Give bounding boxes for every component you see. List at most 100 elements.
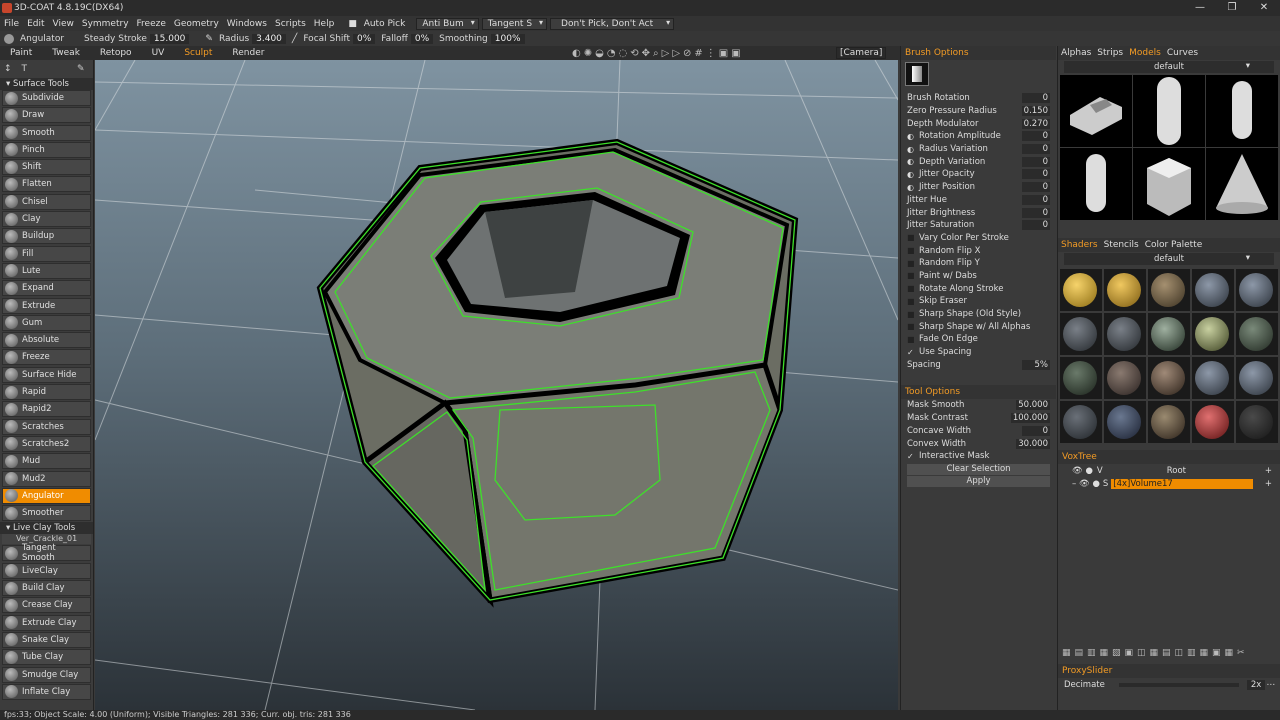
tool-fill[interactable]: Fill [2, 245, 91, 262]
decimate-row[interactable]: Decimate 2x ⋯ [1058, 678, 1280, 691]
tool-param-mask-smooth[interactable]: Mask Smooth 50.000 [901, 399, 1056, 412]
voxtree-volume-row[interactable]: – 👁 ● S [4x]Volume17 + [1058, 477, 1280, 490]
shader-thumb-steel-3[interactable] [1192, 357, 1234, 399]
room-paint[interactable]: Paint [0, 48, 42, 58]
voxtree-header[interactable]: VoxTree [1058, 450, 1280, 464]
brush-param-jitter-brightness[interactable]: Jitter Brightness 0 [901, 206, 1056, 219]
pressure-icon[interactable]: ✎ [205, 34, 213, 44]
tool-scratches[interactable]: Scratches [2, 418, 91, 435]
smoothing-value[interactable]: 100% [490, 33, 525, 44]
visibility-icon[interactable]: 👁 ● [1072, 466, 1093, 476]
param-value[interactable]: 0.270 [1021, 118, 1050, 129]
brush-param-rotation-amplitude[interactable]: ◐ Rotation Amplitude 0 [901, 130, 1056, 143]
viewport-scene[interactable] [95, 60, 898, 710]
shader-thumb-black[interactable] [1236, 401, 1278, 443]
decimate-menu-icon[interactable]: ⋯ [1267, 680, 1276, 690]
shader-thumb-dark[interactable] [1060, 313, 1102, 355]
room-render[interactable]: Render [222, 48, 274, 58]
shader-thumb-gold[interactable] [1060, 269, 1102, 311]
brush-param-depth-modulator[interactable]: Depth Modulator 0.270 [901, 117, 1056, 130]
hex-nut-model[interactable] [316, 138, 799, 608]
tool-rapid[interactable]: Rapid [2, 384, 91, 401]
maximize-button[interactable]: ❐ [1216, 0, 1248, 16]
tool-tube-clay[interactable]: Tube Clay [2, 649, 91, 666]
radius-field[interactable]: Radius 3.400 [219, 33, 286, 44]
menu-geometry[interactable]: Geometry [170, 19, 223, 29]
tool-angulator[interactable]: Angulator [2, 487, 91, 504]
checkbox-random-flip-y[interactable]: ■ Random Flip Y [901, 257, 1056, 270]
model-thumb-capsule-small[interactable] [1206, 75, 1278, 147]
shader-thumb-brown[interactable] [1148, 401, 1190, 443]
brush-param-radius-variation[interactable]: ◐ Radius Variation 0 [901, 143, 1056, 156]
auto-pick-toggle[interactable]: ■ Auto Pick [344, 19, 413, 29]
add-volume-icon[interactable]: + [1265, 466, 1272, 476]
shader-thumb-dark-2[interactable] [1104, 313, 1146, 355]
brush-param-jitter-position[interactable]: ◐ Jitter Position 0 [901, 181, 1056, 194]
volume-label[interactable]: [4x]Volume17 [1111, 478, 1254, 489]
shader-thumb-clay-2[interactable] [1148, 357, 1190, 399]
voxtree-root-row[interactable]: 👁 ● V Root + [1058, 464, 1280, 477]
tab-alphas[interactable]: Alphas [1061, 48, 1091, 58]
room-sculpt[interactable]: Sculpt [174, 48, 222, 58]
pressure-pen-icon[interactable]: ◐ [907, 157, 915, 166]
shader-thumb-clay[interactable] [1104, 357, 1146, 399]
param-value[interactable]: 0 [1022, 93, 1050, 104]
text-tool-icon[interactable]: T [22, 64, 28, 74]
viewport-tool-icons[interactable]: ◐✺◒◔◌⟲✥⌕▷▷⊘#⋮▣▣ [562, 48, 754, 59]
brush-param-depth-variation[interactable]: ◐ Depth Variation 0 [901, 155, 1056, 168]
shader-thumb-iron[interactable] [1060, 401, 1102, 443]
param-value[interactable]: 0 [1022, 207, 1050, 218]
tool-gum[interactable]: Gum [2, 314, 91, 331]
param-value[interactable]: 0 [1022, 156, 1050, 167]
param-value[interactable]: 0 [1022, 169, 1050, 180]
decimate-value[interactable]: 2x [1246, 679, 1266, 690]
menu-view[interactable]: View [49, 19, 78, 29]
tool-param-concave-width[interactable]: Concave Width 0 [901, 425, 1056, 438]
smoothing-field[interactable]: Smoothing 100% [439, 33, 525, 44]
tool-flatten[interactable]: Flatten [2, 176, 91, 193]
tool-rapid2[interactable]: Rapid2 [2, 401, 91, 418]
checkbox-fade-on-edge[interactable]: ■ Fade On Edge [901, 333, 1056, 346]
param-value[interactable]: 0.150 [1021, 106, 1050, 117]
param-value[interactable]: 30.000 [1016, 438, 1050, 449]
model-thumb-capsule[interactable] [1133, 75, 1205, 147]
brush-param-jitter-opacity[interactable]: ◐ Jitter Opacity 0 [901, 168, 1056, 181]
shader-thumb-red[interactable] [1192, 401, 1234, 443]
proxy-slider-header[interactable]: ProxySlider [1058, 664, 1280, 678]
tool-chisel[interactable]: Chisel [2, 193, 91, 210]
tool-scratches2[interactable]: Scratches2 [2, 435, 91, 452]
tab-stencils[interactable]: Stencils [1104, 240, 1139, 250]
brush-param-zero-pressure-radius[interactable]: Zero Pressure Radius 0.150 [901, 105, 1056, 118]
tool-inflate-clay[interactable]: Inflate Clay [2, 683, 91, 700]
room-retopo[interactable]: Retopo [90, 48, 142, 58]
clear-selection-button[interactable]: Clear Selection [907, 463, 1050, 475]
tab-models[interactable]: Models [1129, 48, 1161, 58]
apply-button[interactable]: Apply [907, 475, 1050, 487]
tool-draw[interactable]: Draw [2, 107, 91, 124]
model-thumb-pill[interactable] [1060, 148, 1132, 220]
camera-dropdown[interactable]: [Camera] [836, 47, 887, 59]
tool-liveclay[interactable]: LiveClay [2, 562, 91, 579]
focal-shift-value[interactable]: 0% [352, 33, 376, 44]
menu-scripts[interactable]: Scripts [271, 19, 310, 29]
tool-absolute[interactable]: Absolute [2, 332, 91, 349]
menu-freeze[interactable]: Freeze [133, 19, 170, 29]
close-button[interactable]: ✕ [1248, 0, 1280, 16]
tool-buildup[interactable]: Buildup [2, 228, 91, 245]
steady-stroke-field[interactable]: Steady Stroke 15.000 [84, 33, 190, 44]
checkbox-rotate-along-stroke[interactable]: ■ Rotate Along Stroke [901, 282, 1056, 295]
param-value[interactable]: 0 [1022, 144, 1050, 155]
tool-smudge-clay[interactable]: Smudge Clay [2, 666, 91, 683]
menu-edit[interactable]: Edit [23, 19, 48, 29]
brush-param-jitter-saturation[interactable]: Jitter Saturation 0 [901, 219, 1056, 232]
live-clay-tools-header[interactable]: ▾ Live Clay Tools [0, 522, 93, 535]
tab-curves[interactable]: Curves [1167, 48, 1198, 58]
param-value[interactable]: 50.000 [1016, 400, 1050, 411]
tool-expand[interactable]: Expand [2, 280, 91, 297]
tool-extrude[interactable]: Extrude [2, 297, 91, 314]
room-uv[interactable]: UV [142, 48, 175, 58]
brush-param-brush-rotation[interactable]: Brush Rotation 0 [901, 92, 1056, 105]
radius-value[interactable]: 3.400 [252, 33, 286, 44]
param-value[interactable]: 0 [1022, 131, 1050, 142]
menu-help[interactable]: Help [310, 19, 339, 29]
